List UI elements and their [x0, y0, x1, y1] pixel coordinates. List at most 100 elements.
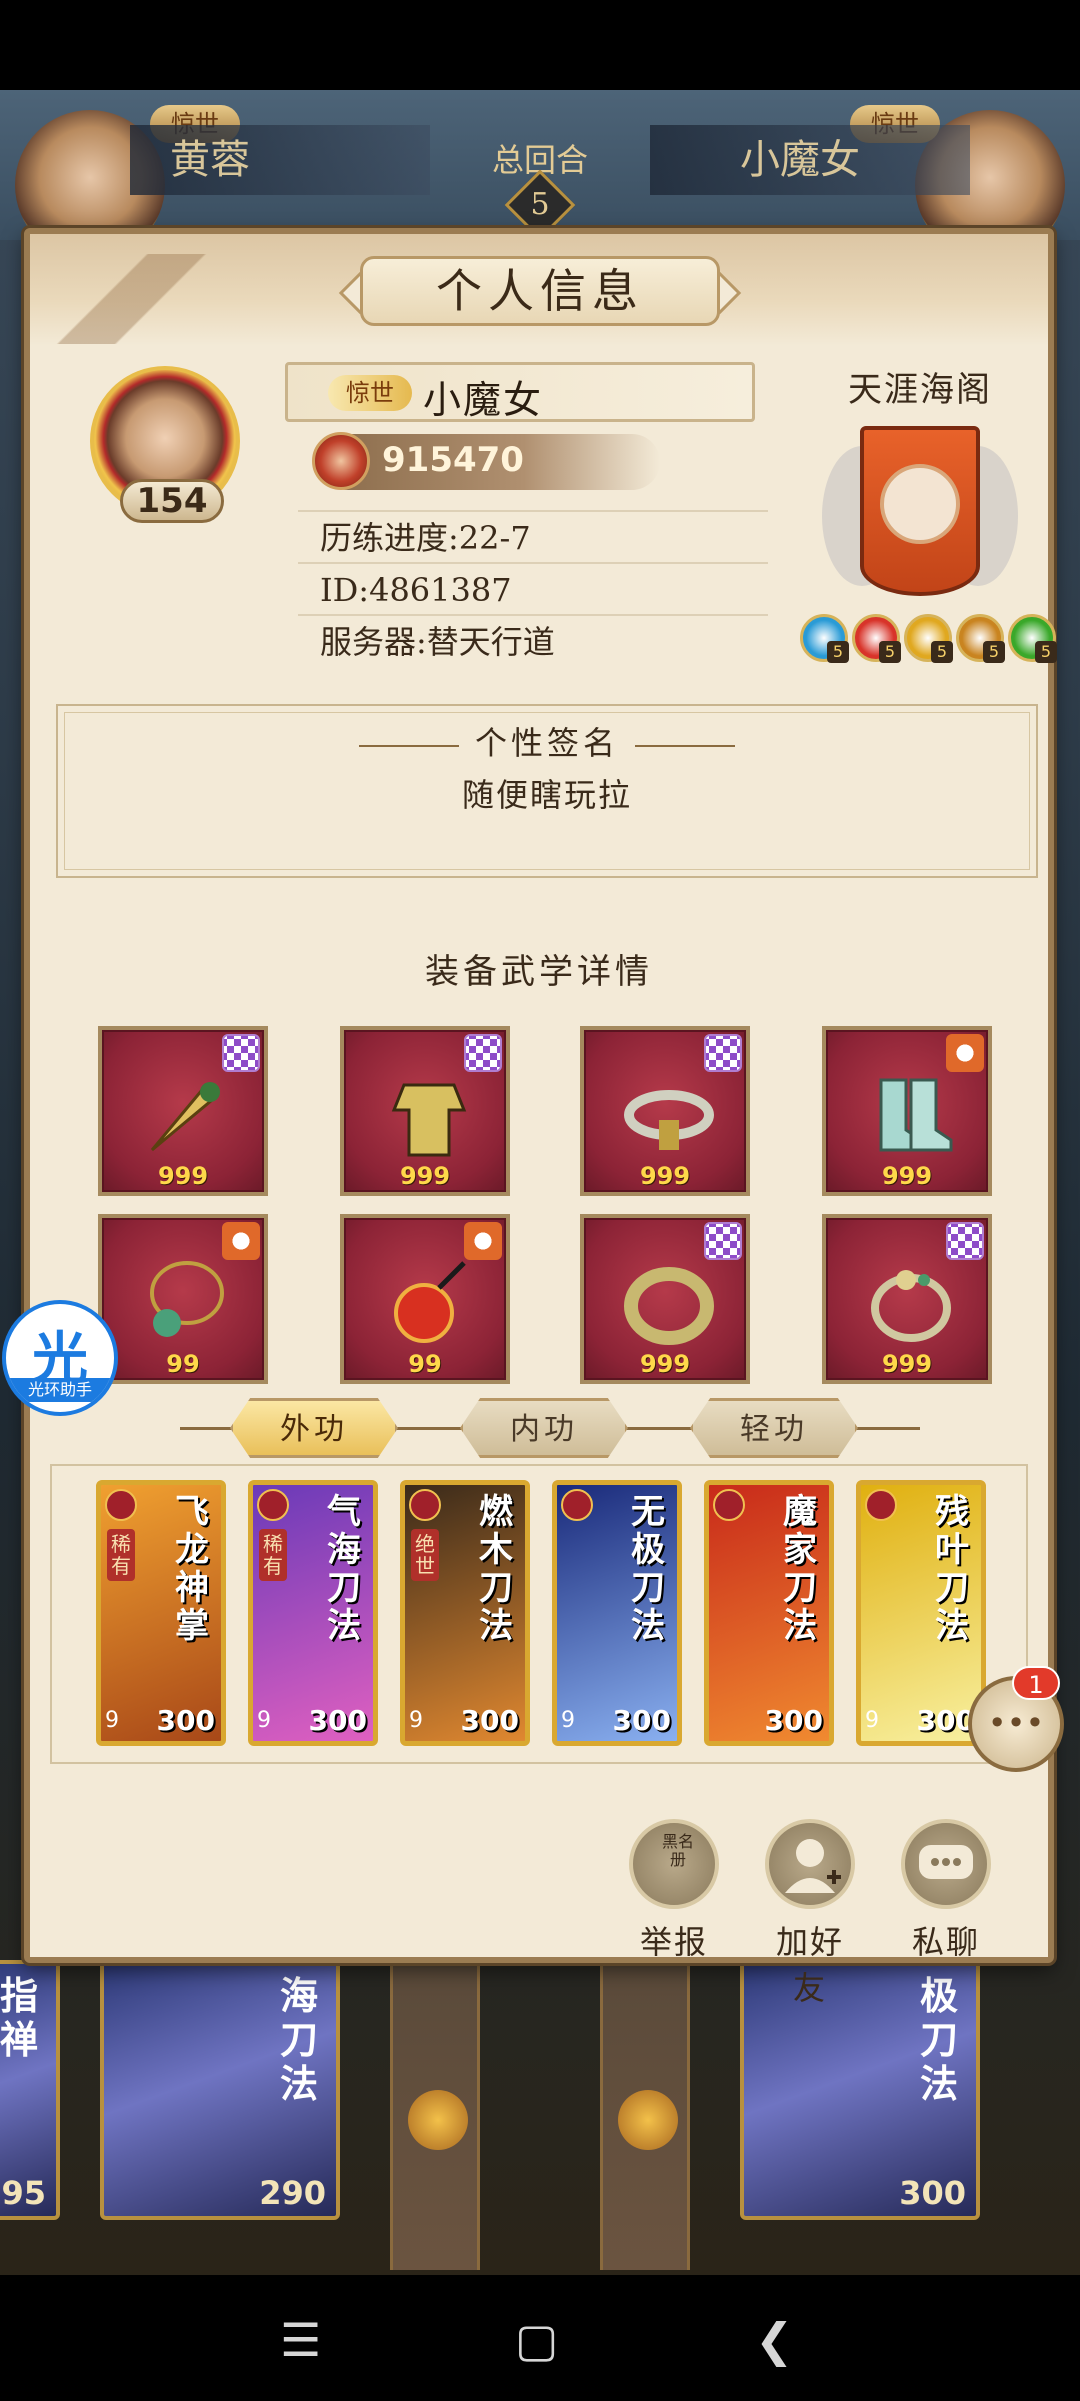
- skill-type-tabs: 外功 内功 轻功: [30, 1394, 1048, 1464]
- training-progress: 历练进度:22-7: [298, 510, 768, 562]
- tab-external-skill[interactable]: 外功: [230, 1398, 398, 1458]
- equipment-count: 999: [881, 1350, 933, 1378]
- element-icon: [105, 1489, 137, 1521]
- leaf-orb-icon: 5: [1008, 614, 1057, 663]
- background-banner: [390, 1960, 480, 2270]
- guild-emblem[interactable]: [822, 416, 1018, 606]
- element-icon: [561, 1489, 593, 1521]
- equipment-slot[interactable]: 99: [340, 1214, 510, 1384]
- rarity-badge: 绝世: [411, 1529, 439, 1581]
- background-card-name: 海刀法: [280, 1973, 319, 2106]
- equipment-slot[interactable]: 99: [98, 1214, 268, 1384]
- equipment-count: 99: [166, 1350, 200, 1378]
- skill-value: 300: [460, 1704, 519, 1737]
- private-chat-icon: [901, 1819, 991, 1909]
- round-value: 5: [530, 187, 550, 222]
- equipment-slot[interactable]: 999: [580, 1214, 750, 1384]
- chat-unread-badge: 1: [1012, 1666, 1060, 1700]
- skill-card[interactable]: 稀有 气海刀法 9 300: [248, 1480, 378, 1746]
- equipment-count: 99: [408, 1350, 442, 1378]
- skill-drops: 9: [257, 1708, 271, 1733]
- combat-power: 915470: [312, 432, 660, 490]
- quality-orange-icon: [464, 1222, 502, 1260]
- tab-lightness-skill[interactable]: 轻功: [690, 1398, 858, 1458]
- right-player-name: 小魔女: [650, 125, 970, 195]
- player-id: ID:4861387: [298, 562, 768, 614]
- equipment-slot[interactable]: 999: [340, 1026, 510, 1196]
- home-icon[interactable]: ▢: [515, 2313, 558, 2367]
- player-name: 小魔女: [423, 378, 544, 422]
- fire-orb-icon: 5: [852, 614, 901, 663]
- skill-drops: 9: [105, 1708, 119, 1733]
- skill-name: 无极刀法: [631, 1492, 665, 1646]
- element-icon: [257, 1489, 289, 1521]
- dialog-title: 个人信息: [360, 256, 720, 326]
- equipment-slot[interactable]: 999: [822, 1026, 992, 1196]
- skill-card[interactable]: 魔家刀法 300: [704, 1480, 834, 1746]
- dagger-icon: [142, 1070, 232, 1160]
- combat-power-value: 915470: [382, 440, 524, 480]
- background-banner: [600, 1960, 690, 2270]
- skill-card[interactable]: 残叶刀法 9 300: [856, 1480, 986, 1746]
- skill-value: 300: [916, 1704, 975, 1737]
- skill-card[interactable]: 稀有 飞龙神掌 9 300: [96, 1480, 226, 1746]
- tab-internal-skill[interactable]: 内功: [460, 1398, 628, 1458]
- add-friend-icon: [765, 1819, 855, 1909]
- background-card-value: 300: [899, 2174, 966, 2212]
- orb-level: 5: [931, 641, 953, 663]
- background-card-value: 295: [0, 2174, 46, 2212]
- sun-orb-icon: 5: [904, 614, 953, 663]
- report-button[interactable]: 黑名册 举报: [624, 1819, 724, 1963]
- background-card-name: 指禅: [0, 1973, 39, 2062]
- skill-name: 气海刀法: [327, 1492, 361, 1646]
- helper-app-float-button[interactable]: 光 光环助手: [2, 1300, 118, 1416]
- equipment-slot[interactable]: 999: [98, 1026, 268, 1196]
- skill-card[interactable]: 无极刀法 9 300: [552, 1480, 682, 1746]
- background-card-name: 极刀法: [920, 1973, 959, 2106]
- armor-icon: [384, 1070, 474, 1160]
- equipment-slot[interactable]: 999: [580, 1026, 750, 1196]
- chat-bubble-icon: •••: [987, 1704, 1045, 1742]
- equipment-count: 999: [881, 1162, 933, 1190]
- guild-name: 天涯海阁: [848, 370, 992, 410]
- player-name-box: 惊世 小魔女: [285, 362, 755, 422]
- mountain-decoration: [30, 254, 230, 344]
- equipment-section-title: 装备武学详情: [425, 952, 653, 992]
- status-bar: [0, 0, 1080, 90]
- equipment-count: 999: [639, 1350, 691, 1378]
- private-chat-label: 私聊: [911, 1923, 980, 1961]
- rarity-badge: 稀有: [107, 1529, 135, 1581]
- sun-emblem-icon: [618, 2090, 678, 2150]
- element-icon: [409, 1489, 441, 1521]
- profile-dialog: 个人信息 154 惊世 小魔女 915470 历练进度:22-7 ID:4861…: [24, 228, 1057, 2007]
- private-chat-button[interactable]: 私聊: [896, 1819, 996, 1963]
- add-friend-label: 加好友: [775, 1923, 844, 2007]
- quality-purple-icon: [704, 1034, 742, 1072]
- boots-icon: [866, 1070, 956, 1160]
- quality-purple-icon: [704, 1222, 742, 1260]
- player-level: 154: [120, 479, 224, 523]
- element-icon: [713, 1489, 745, 1521]
- dialog-header: 个人信息: [30, 234, 1048, 346]
- combat-power-icon: [312, 432, 370, 490]
- equipment-slot[interactable]: 999: [822, 1214, 992, 1384]
- skill-card[interactable]: 绝世 燃木刀法 9 300: [400, 1480, 530, 1746]
- menu-icon[interactable]: ☰: [280, 2313, 321, 2367]
- guild-seal-icon: [880, 464, 960, 544]
- add-friend-button[interactable]: 加好友: [760, 1819, 860, 2009]
- blacklist-book-label: 黑名册: [661, 1832, 694, 1869]
- sun-emblem-icon: [408, 2090, 468, 2150]
- equipment-count: 999: [639, 1162, 691, 1190]
- skill-value: 300: [612, 1704, 671, 1737]
- back-icon[interactable]: ❮: [755, 2313, 794, 2367]
- skill-value: 300: [308, 1704, 367, 1737]
- quality-orange-icon: [222, 1222, 260, 1260]
- background-skill-card: 海刀法 290: [100, 1960, 340, 2220]
- equipment-count: 999: [157, 1162, 209, 1190]
- orb-level: 5: [827, 641, 849, 663]
- report-label: 举报: [639, 1923, 708, 1961]
- belt-icon: [624, 1070, 714, 1160]
- quality-purple-icon: [222, 1034, 260, 1072]
- blacklist-book-icon: 黑名册: [629, 1819, 719, 1909]
- guild-element-orbs: 5 5 5 5 5: [800, 614, 1060, 668]
